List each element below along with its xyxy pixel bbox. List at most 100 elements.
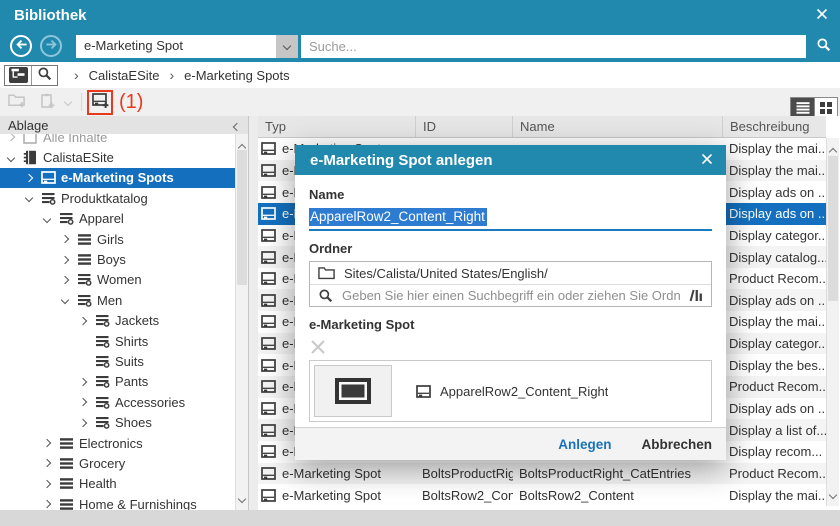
expander-closed-icon[interactable] [78, 418, 95, 427]
tree-item-label: Apparel [79, 211, 124, 227]
content-type-dropdown[interactable]: e-Marketing Spot [76, 34, 298, 58]
cell-beschreibung: Product Recom... [729, 271, 826, 287]
tree-item-girls[interactable]: Girls [0, 229, 235, 249]
expander-closed-icon[interactable] [6, 132, 23, 142]
back-button[interactable] [10, 35, 32, 57]
window-title: Bibliothek [14, 6, 87, 24]
tree-item-pants[interactable]: Pants [0, 372, 235, 392]
panel-splitter[interactable] [248, 116, 258, 510]
name-label: Name [309, 187, 345, 202]
status-strip [0, 510, 840, 526]
tree-item-men[interactable]: Men [0, 290, 235, 310]
list-icon [59, 498, 79, 510]
folder-search-placeholder: Geben Sie hier einen Suchbegriff ein ode… [342, 288, 680, 303]
forward-button[interactable] [40, 35, 62, 57]
title-bar: Bibliothek [0, 0, 840, 30]
tree-item-accessories[interactable]: Accessories [0, 392, 235, 412]
tree-item-electronics[interactable]: Electronics [0, 433, 235, 453]
new-folder-button[interactable] [8, 93, 26, 111]
expander-open-icon[interactable] [6, 153, 23, 162]
column-header-id[interactable]: ID [416, 116, 513, 137]
search-icon[interactable] [810, 37, 836, 55]
tree-item-e-marketing-spots[interactable]: e-Marketing Spots [0, 167, 235, 189]
expander-closed-icon[interactable] [60, 275, 77, 285]
book-icon [23, 150, 43, 165]
chevron-down-icon [63, 97, 73, 107]
scroll-down-icon[interactable] [237, 494, 247, 504]
cell-beschreibung: Display the mai... [729, 487, 826, 503]
scrollbar-thumb[interactable] [237, 150, 247, 285]
create-button[interactable]: Anlegen [558, 437, 611, 452]
spot-icon [261, 207, 276, 221]
scroll-up-icon[interactable] [828, 147, 838, 157]
scrollbar-thumb[interactable] [828, 156, 838, 301]
cell-beschreibung: Display catalog... [729, 249, 826, 265]
cancel-button[interactable]: Abbrechen [641, 437, 712, 452]
tree-item-boys[interactable]: Boys [0, 249, 235, 269]
tree-item-home-furnishings[interactable]: Home & Furnishings [0, 494, 235, 510]
expander-closed-icon[interactable] [60, 255, 77, 264]
more-actions-button[interactable] [63, 97, 73, 107]
expander-open-icon[interactable] [24, 194, 41, 203]
name-input[interactable]: ApparelRow2_Content_Right [309, 207, 712, 231]
tree-item-women[interactable]: Women [0, 270, 235, 290]
tree-item-suits[interactable]: Suits [0, 351, 235, 371]
table-scrollbar[interactable] [826, 138, 839, 506]
tree-scrollbar[interactable] [235, 134, 248, 510]
search-input[interactable] [301, 34, 806, 58]
expander-closed-icon[interactable] [78, 377, 95, 387]
tree-item-jackets[interactable]: Jackets [0, 311, 235, 331]
dropdown-chevron-button[interactable] [276, 34, 298, 58]
spot-icon [261, 250, 276, 264]
expander-closed-icon[interactable] [78, 316, 95, 325]
column-header-typ[interactable]: Typ [258, 116, 416, 137]
cell-id: BoltsProductRight... [422, 465, 513, 481]
search-toggle-button[interactable] [31, 65, 57, 85]
expander-open-icon[interactable] [42, 214, 59, 223]
expander-closed-icon[interactable] [60, 234, 77, 244]
dialog-close-icon[interactable] [701, 153, 713, 168]
expander-closed-icon[interactable] [42, 499, 59, 509]
tree-item-produktkatalog[interactable]: Produktkatalog [0, 188, 235, 208]
spot-icon [416, 384, 431, 398]
table-row[interactable]: e-Marketing Spot BoltsProductRight... Bolt… [258, 462, 826, 485]
window-close-icon[interactable] [816, 8, 828, 23]
tree-item-shirts[interactable]: Shirts [0, 331, 235, 351]
folder-path-row[interactable]: Sites/Calista/United States/English/ [310, 262, 711, 284]
remove-spot-icon[interactable] [310, 339, 326, 358]
action-toolbar: (1) [0, 88, 840, 116]
content-type-value: e-Marketing Spot [84, 37, 183, 53]
filter-icon[interactable] [689, 289, 703, 302]
breadcrumb-item-folder[interactable]: e-Marketing Spots [184, 68, 290, 83]
scroll-down-icon[interactable] [828, 490, 838, 500]
catalog-icon [41, 192, 61, 205]
tree-item-apparel[interactable]: Apparel [0, 209, 235, 229]
collapse-panel-button[interactable] [232, 118, 242, 133]
spot-card[interactable]: ApparelRow2_Content_Right [309, 360, 712, 422]
tree-item-calistaesite[interactable]: CalistaESite [0, 147, 235, 167]
column-header-name[interactable]: Name [513, 116, 723, 137]
tree-item-label: Women [97, 272, 142, 288]
tree-item-grocery[interactable]: Grocery [0, 453, 235, 473]
folder-path: Sites/Calista/United States/English/ [344, 265, 548, 281]
tree-item-label: Shoes [115, 415, 152, 431]
table-row[interactable]: e-Marketing Spot BoltsRow2_Content BoltsRo… [258, 484, 826, 506]
new-folder-icon [8, 93, 26, 111]
expander-closed-icon[interactable] [42, 459, 59, 468]
expander-closed-icon[interactable] [78, 398, 95, 407]
expander-closed-icon[interactable] [24, 173, 41, 183]
expander-closed-icon[interactable] [42, 479, 59, 489]
spot-icon [261, 423, 276, 437]
tree-view-toggle-button[interactable] [5, 65, 31, 85]
tree-item-health[interactable]: Health [0, 474, 235, 494]
expander-open-icon[interactable] [60, 296, 77, 305]
tree-item-shoes[interactable]: Shoes [0, 412, 235, 432]
breadcrumb-separator: › [74, 67, 79, 83]
folder-search-row[interactable]: Geben Sie hier einen Suchbegriff ein ode… [310, 284, 711, 306]
paste-button[interactable] [40, 93, 55, 112]
column-header-beschreibung[interactable]: Beschreibung [723, 116, 826, 137]
spot-icon [261, 185, 276, 199]
expander-closed-icon[interactable] [42, 438, 59, 448]
create-spot-button-highlight[interactable] [87, 89, 113, 115]
breadcrumb-item-site[interactable]: CalistaESite [89, 68, 160, 83]
